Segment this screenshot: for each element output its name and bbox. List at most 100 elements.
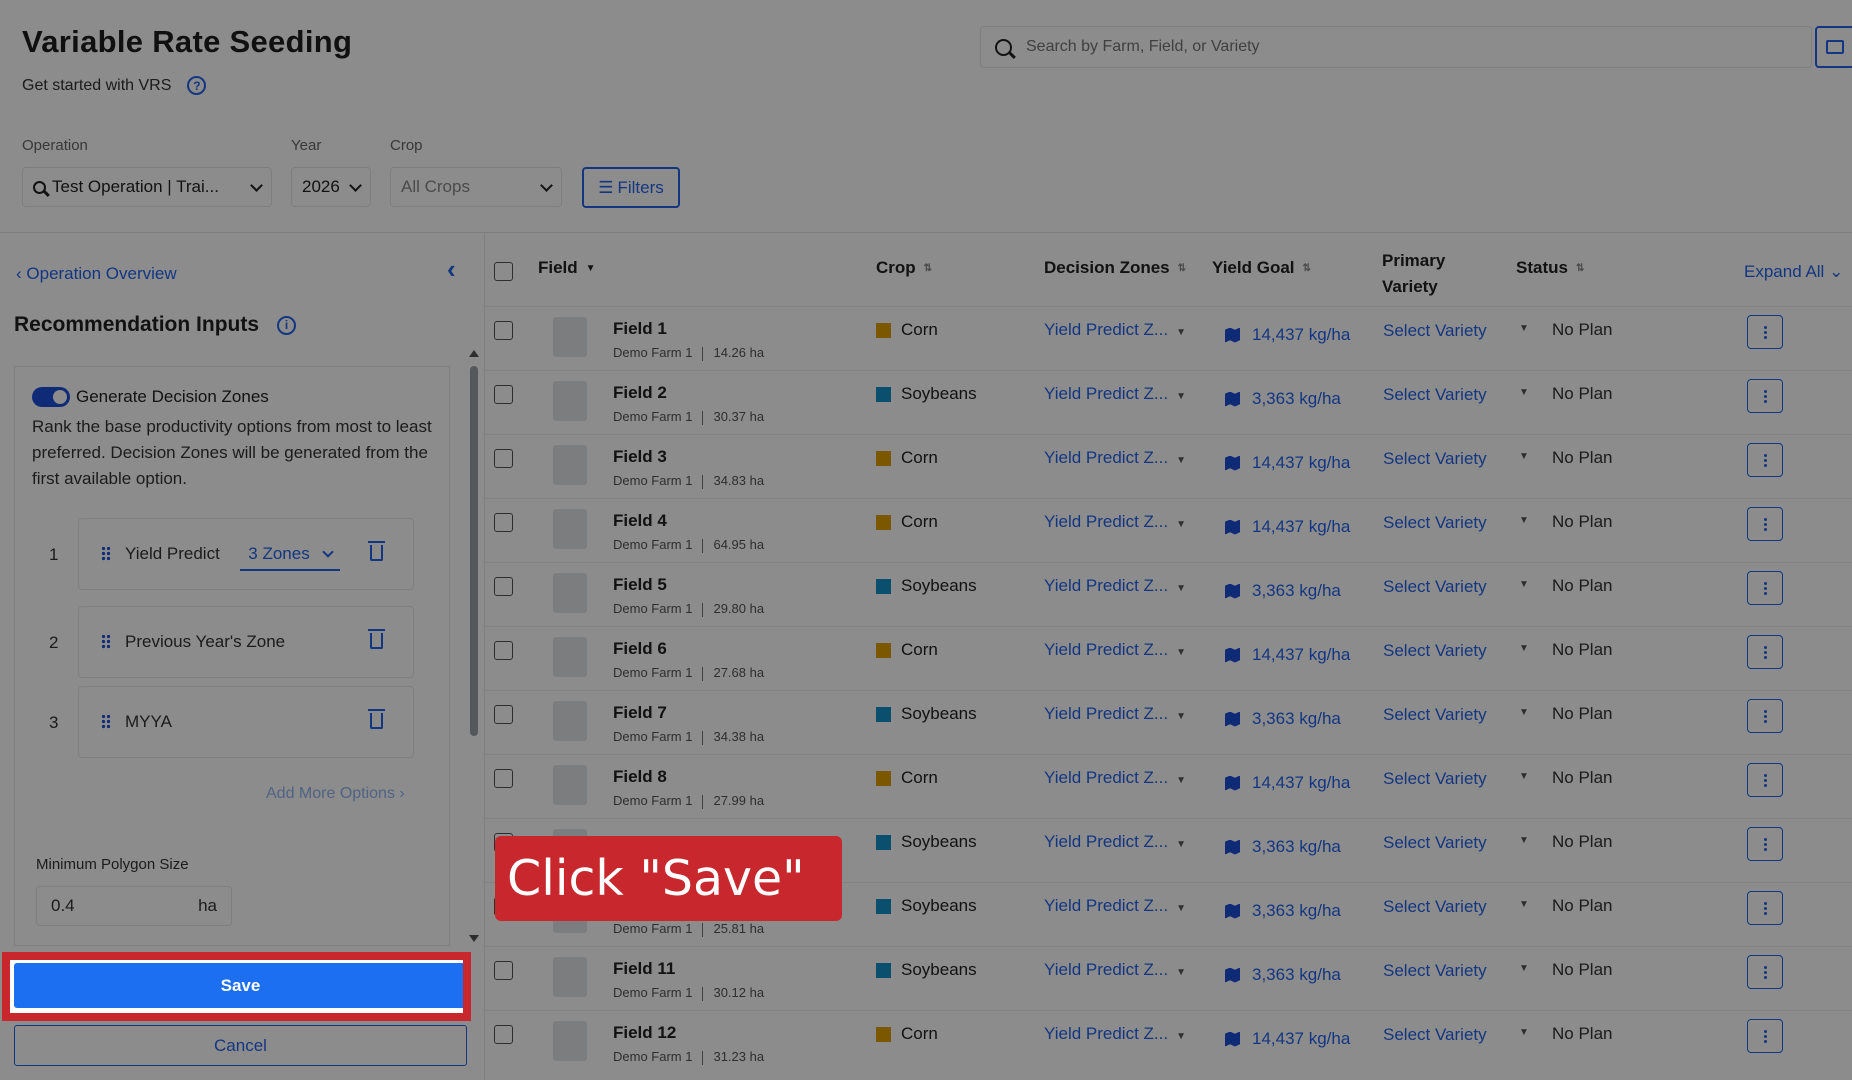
yield-goal-link[interactable]: 3,363 kg/ha <box>1225 581 1341 601</box>
decision-zones-select[interactable]: Yield Predict Z... ▼ <box>1044 832 1186 852</box>
collapse-panel-icon[interactable]: ‹ <box>447 254 456 285</box>
row-checkbox[interactable] <box>494 1025 513 1044</box>
field-name[interactable]: Field 6 <box>613 639 667 659</box>
column-header-field[interactable]: Field ▼ <box>538 258 596 278</box>
select-variety-link[interactable]: Select Variety <box>1383 641 1487 661</box>
row-checkbox[interactable] <box>494 385 513 404</box>
row-actions-menu[interactable] <box>1747 1019 1783 1053</box>
row-checkbox[interactable] <box>494 321 513 340</box>
decision-zones-select[interactable]: Yield Predict Z... ▼ <box>1044 704 1186 724</box>
trash-icon[interactable] <box>368 541 385 561</box>
column-header-yield-goal[interactable]: Yield Goal ⇅ <box>1212 258 1311 278</box>
row-checkbox[interactable] <box>494 449 513 468</box>
decision-zones-select[interactable]: Yield Predict Z... ▼ <box>1044 576 1186 596</box>
get-started-link[interactable]: Get started with VRS ? <box>22 76 207 95</box>
field-name[interactable]: Field 8 <box>613 767 667 787</box>
field-name[interactable]: Field 3 <box>613 447 667 467</box>
row-actions-menu[interactable] <box>1747 699 1783 733</box>
select-variety-link[interactable]: Select Variety <box>1383 385 1487 405</box>
search-input[interactable] <box>1026 38 1726 56</box>
operation-overview-link[interactable]: ‹ Operation Overview <box>16 264 177 284</box>
field-name[interactable]: Field 7 <box>613 703 667 723</box>
row-actions-menu[interactable] <box>1747 763 1783 797</box>
yield-goal-link[interactable]: 14,437 kg/ha <box>1225 1029 1350 1049</box>
trash-icon[interactable] <box>368 629 385 649</box>
search-bar[interactable] <box>980 26 1812 68</box>
chat-button[interactable] <box>1815 26 1852 68</box>
table-row[interactable]: Field 11 Demo Farm 1 30.12 ha Soybeans Yi… <box>485 946 1852 1010</box>
table-row[interactable]: Field 4 Demo Farm 1 64.95 ha Corn Yield P… <box>485 498 1852 562</box>
table-row[interactable]: Field 3 Demo Farm 1 34.83 ha Corn Yield P… <box>485 434 1852 498</box>
caret-down-icon[interactable]: ▼ <box>1519 643 1529 654</box>
decision-zones-select[interactable]: Yield Predict Z... ▼ <box>1044 320 1186 340</box>
select-variety-link[interactable]: Select Variety <box>1383 833 1487 853</box>
option-card-previous-year[interactable]: Previous Year's Zone <box>78 606 414 678</box>
table-row[interactable]: Field 8 Demo Farm 1 27.99 ha Corn Yield P… <box>485 754 1852 818</box>
field-name[interactable]: Field 1 <box>613 319 667 339</box>
info-icon[interactable]: i <box>277 315 297 335</box>
select-variety-link[interactable]: Select Variety <box>1383 321 1487 341</box>
caret-down-icon[interactable]: ▼ <box>1519 835 1529 846</box>
operation-select[interactable]: Test Operation | Trai... <box>22 167 272 207</box>
cancel-button[interactable]: Cancel <box>14 1025 467 1066</box>
yield-goal-link[interactable]: 14,437 kg/ha <box>1225 773 1350 793</box>
row-actions-menu[interactable] <box>1747 315 1783 349</box>
scroll-down-arrow[interactable] <box>469 935 479 942</box>
generate-zones-toggle[interactable] <box>32 387 70 407</box>
panel-scrollbar[interactable] <box>470 366 478 736</box>
option-card-yield-predict[interactable]: Yield Predict 3 Zones <box>78 518 414 590</box>
yield-goal-link[interactable]: 14,437 kg/ha <box>1225 645 1350 665</box>
select-variety-link[interactable]: Select Variety <box>1383 705 1487 725</box>
field-name[interactable]: Field 11 <box>613 959 675 979</box>
yield-goal-link[interactable]: 14,437 kg/ha <box>1225 325 1350 345</box>
table-row[interactable]: Field 1 Demo Farm 1 14.26 ha Corn Yield P… <box>485 306 1852 370</box>
caret-down-icon[interactable]: ▼ <box>1519 963 1529 974</box>
select-variety-link[interactable]: Select Variety <box>1383 769 1487 789</box>
select-variety-link[interactable]: Select Variety <box>1383 1025 1487 1045</box>
yield-goal-link[interactable]: 14,437 kg/ha <box>1225 517 1350 537</box>
caret-down-icon[interactable]: ▼ <box>1519 387 1529 398</box>
caret-down-icon[interactable]: ▼ <box>1519 771 1529 782</box>
caret-down-icon[interactable]: ▼ <box>1519 515 1529 526</box>
decision-zones-select[interactable]: Yield Predict Z... ▼ <box>1044 960 1186 980</box>
row-actions-menu[interactable] <box>1747 443 1783 477</box>
yield-goal-link[interactable]: 3,363 kg/ha <box>1225 965 1341 985</box>
caret-down-icon[interactable]: ▼ <box>1519 579 1529 590</box>
row-checkbox[interactable] <box>494 705 513 724</box>
decision-zones-select[interactable]: Yield Predict Z... ▼ <box>1044 1024 1186 1044</box>
table-row[interactable]: Field 7 Demo Farm 1 34.38 ha Soybeans Yie… <box>485 690 1852 754</box>
drag-handle-icon[interactable] <box>101 634 111 650</box>
min-polygon-input[interactable]: 0.4 ha <box>36 886 232 926</box>
yield-goal-link[interactable]: 14,437 kg/ha <box>1225 453 1350 473</box>
year-select[interactable]: 2026 <box>291 167 371 207</box>
caret-down-icon[interactable]: ▼ <box>1519 1027 1529 1038</box>
row-checkbox[interactable] <box>494 961 513 980</box>
help-icon[interactable]: ? <box>187 76 207 95</box>
row-actions-menu[interactable] <box>1747 571 1783 605</box>
add-more-options-link[interactable]: Add More Options › <box>266 785 405 803</box>
select-variety-link[interactable]: Select Variety <box>1383 897 1487 917</box>
row-actions-menu[interactable] <box>1747 891 1783 925</box>
field-name[interactable]: Field 2 <box>613 383 667 403</box>
drag-handle-icon[interactable] <box>101 546 111 562</box>
table-row[interactable]: Field 2 Demo Farm 1 30.37 ha Soybeans Yie… <box>485 370 1852 434</box>
row-actions-menu[interactable] <box>1747 827 1783 861</box>
field-name[interactable]: Field 4 <box>613 511 667 531</box>
caret-down-icon[interactable]: ▼ <box>1519 899 1529 910</box>
caret-down-icon[interactable]: ▼ <box>1519 707 1529 718</box>
drag-handle-icon[interactable] <box>101 714 111 730</box>
decision-zones-select[interactable]: Yield Predict Z... ▼ <box>1044 768 1186 788</box>
crop-select[interactable]: All Crops <box>390 167 562 207</box>
expand-all-button[interactable]: Expand All ⌄ <box>1744 262 1843 282</box>
column-header-crop[interactable]: Crop ⇅ <box>876 258 932 278</box>
row-checkbox[interactable] <box>494 577 513 596</box>
table-row[interactable]: Field 12 Demo Farm 1 31.23 ha Corn Yield … <box>485 1010 1852 1074</box>
column-header-status[interactable]: Status ⇅ <box>1516 258 1584 278</box>
row-checkbox[interactable] <box>494 769 513 788</box>
yield-goal-link[interactable]: 3,363 kg/ha <box>1225 837 1341 857</box>
caret-down-icon[interactable]: ▼ <box>1519 323 1529 334</box>
decision-zones-select[interactable]: Yield Predict Z... ▼ <box>1044 896 1186 916</box>
row-checkbox[interactable] <box>494 641 513 660</box>
row-actions-menu[interactable] <box>1747 507 1783 541</box>
decision-zones-select[interactable]: Yield Predict Z... ▼ <box>1044 512 1186 532</box>
